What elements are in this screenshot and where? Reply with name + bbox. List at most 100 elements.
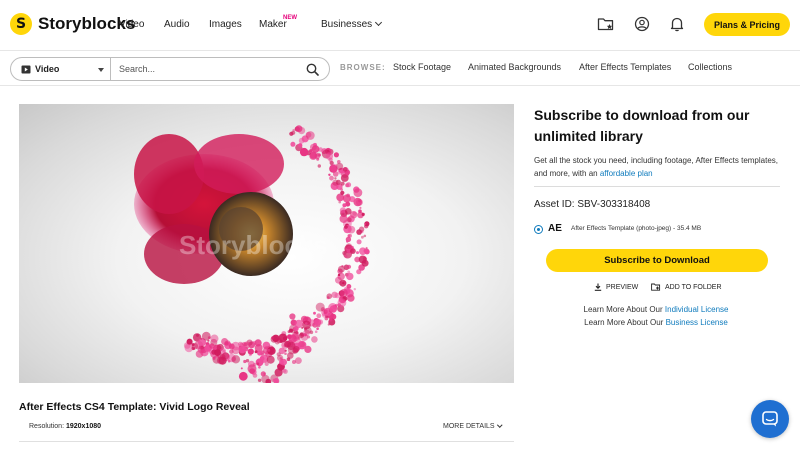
particle xyxy=(191,346,196,351)
particle xyxy=(329,318,333,322)
particle xyxy=(241,341,247,347)
chevron-down-icon xyxy=(496,421,502,427)
particle xyxy=(295,357,302,364)
particle xyxy=(326,293,333,299)
browse-collections[interactable]: Collections xyxy=(688,62,732,72)
particle xyxy=(257,350,262,356)
particle xyxy=(356,239,362,245)
chat-widget-button[interactable] xyxy=(751,400,789,438)
plans-pricing-button[interactable]: Plans & Pricing xyxy=(704,13,790,36)
particle xyxy=(363,234,367,238)
nav-audio[interactable]: Audio xyxy=(164,19,190,30)
subscribe-heading: Subscribe to download from our unlimited… xyxy=(534,107,750,144)
particle xyxy=(256,340,260,343)
particle xyxy=(304,327,307,331)
particle xyxy=(317,164,321,168)
particle xyxy=(279,357,283,360)
particle xyxy=(347,233,352,238)
particle xyxy=(353,288,356,291)
particle xyxy=(359,206,362,209)
details-divider xyxy=(19,441,514,442)
individual-license-link[interactable]: Individual License xyxy=(665,305,729,314)
affordable-plan-link[interactable]: affordable plan xyxy=(600,169,653,178)
asset-id: Asset ID: SBV-303318408 xyxy=(534,199,651,210)
particle xyxy=(299,147,309,157)
particle xyxy=(305,131,312,138)
format-radio-selected[interactable] xyxy=(534,225,543,234)
particle xyxy=(338,265,345,273)
account-button[interactable] xyxy=(633,15,651,33)
more-details-toggle[interactable]: MORE DETAILS xyxy=(443,421,502,430)
particle xyxy=(342,167,348,172)
particle xyxy=(290,141,296,147)
particle xyxy=(245,359,250,363)
particle xyxy=(278,333,288,343)
particle xyxy=(328,173,331,176)
asset-preview-image[interactable]: Storyblocks xyxy=(19,104,514,383)
particle xyxy=(293,346,300,353)
nav-businesses[interactable]: Businesses xyxy=(321,18,383,30)
particle xyxy=(339,289,348,297)
new-badge: NEW xyxy=(283,15,297,21)
browse-stock-footage[interactable]: Stock Footage xyxy=(393,62,451,72)
particle xyxy=(270,335,278,343)
particle xyxy=(287,352,294,359)
storyblocks-logo[interactable]: S Storyblocks xyxy=(10,13,135,35)
particle xyxy=(257,378,262,382)
particle-swirl-image: Storyblocks xyxy=(134,125,370,383)
particle xyxy=(361,212,365,216)
particle xyxy=(229,349,234,354)
subscribe-description: Get all the stock you need, including fo… xyxy=(534,155,780,180)
particle xyxy=(291,130,296,135)
particle xyxy=(350,245,354,249)
particle xyxy=(329,175,334,181)
particle xyxy=(254,350,258,354)
add-to-folder-label: ADD TO FOLDER xyxy=(665,283,722,291)
particle xyxy=(340,181,345,186)
particle xyxy=(249,368,256,374)
particle xyxy=(305,317,309,321)
particle xyxy=(356,229,362,235)
particle xyxy=(356,251,359,255)
particle xyxy=(231,355,241,364)
notifications-button[interactable] xyxy=(668,15,686,33)
subscribe-to-download-button[interactable]: Subscribe to Download xyxy=(546,249,768,272)
particle xyxy=(282,368,287,373)
resolution-info: Resolution: 1920x1080 xyxy=(29,423,101,430)
description-text: Get all the stock you need, including fo… xyxy=(534,156,778,178)
business-license-link[interactable]: Business License xyxy=(666,318,728,327)
particle xyxy=(298,137,305,144)
particle xyxy=(309,149,313,153)
particle xyxy=(346,264,352,269)
particle xyxy=(292,360,296,364)
media-type-select[interactable]: Video xyxy=(11,58,111,80)
particle xyxy=(222,352,230,360)
particle xyxy=(197,346,205,354)
dropdown-arrow-icon xyxy=(98,68,104,72)
browse-label: BROWSE: xyxy=(340,63,386,72)
panel-divider xyxy=(534,186,780,187)
particle xyxy=(363,249,367,253)
add-to-folder-button[interactable]: ADD TO FOLDER xyxy=(651,283,722,291)
particle xyxy=(269,348,275,353)
particle xyxy=(287,334,292,340)
particle xyxy=(350,248,356,255)
particle xyxy=(349,196,356,203)
resolution-label: Resolution: xyxy=(29,423,65,430)
particle xyxy=(196,333,199,337)
nav-images[interactable]: Images xyxy=(209,19,242,30)
browse-animated-backgrounds[interactable]: Animated Backgrounds xyxy=(468,62,561,72)
search-icon[interactable] xyxy=(306,63,319,76)
browse-after-effects-templates[interactable]: After Effects Templates xyxy=(579,62,671,72)
particle xyxy=(266,355,275,364)
particle xyxy=(340,190,345,195)
particle xyxy=(221,338,229,345)
favorites-folder-button[interactable] xyxy=(597,15,615,33)
nav-video[interactable]: Video xyxy=(119,19,144,30)
chevron-down-icon xyxy=(375,18,383,27)
search-input[interactable] xyxy=(119,64,299,74)
preview-button[interactable]: PREVIEW xyxy=(594,283,638,291)
particle xyxy=(253,362,257,367)
particle xyxy=(298,143,303,148)
particle xyxy=(358,209,362,213)
